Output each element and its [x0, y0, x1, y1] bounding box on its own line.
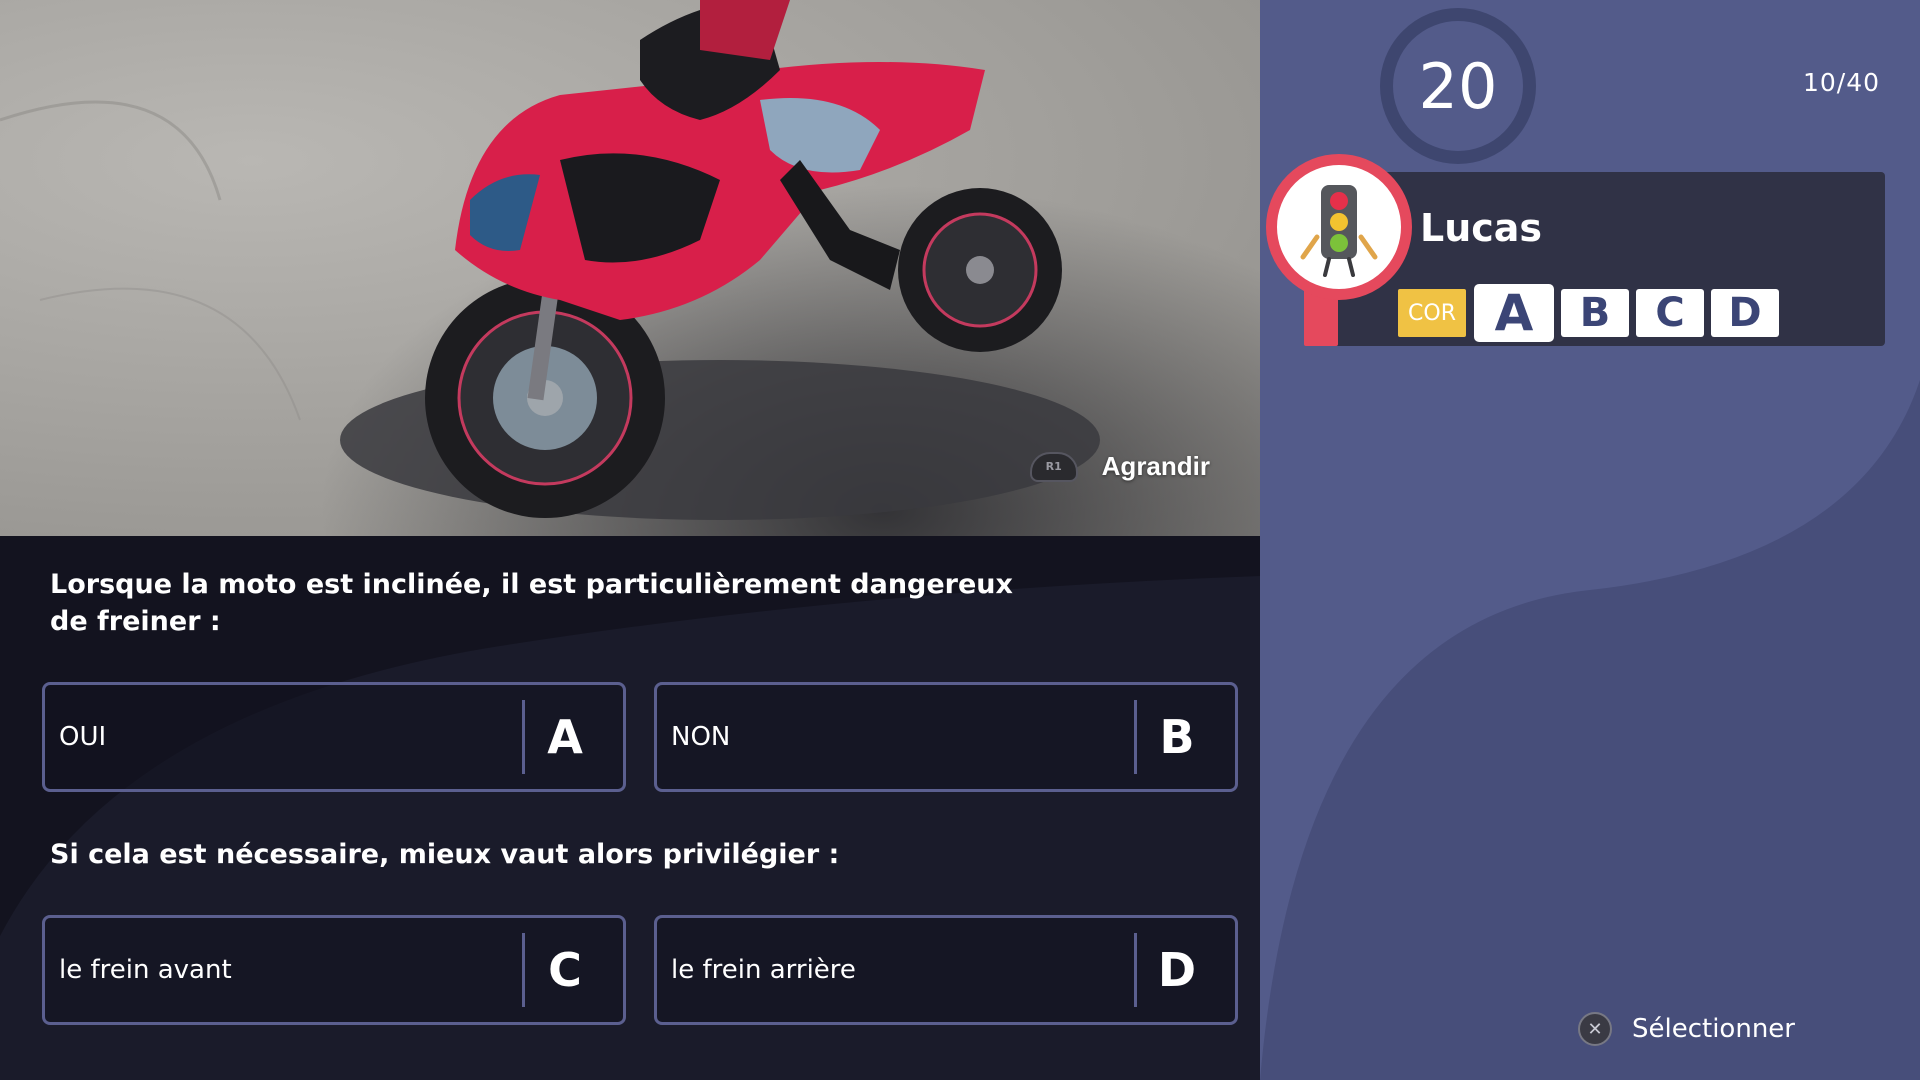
answer-d-letter: D — [1157, 943, 1197, 997]
answer-divider — [1134, 933, 1137, 1007]
answer-a-label: OUI — [59, 722, 107, 752]
cross-button-icon: ✕ — [1578, 1012, 1612, 1046]
timer-value: 20 — [1418, 49, 1498, 123]
zoom-hint[interactable]: R1 Agrandir — [1029, 451, 1210, 482]
player-answer-choices: COR A B C D — [1398, 284, 1779, 342]
traffic-light-icon — [1300, 185, 1378, 277]
choice-b-button[interactable]: B — [1561, 289, 1629, 337]
question-panel: Lorsque la moto est inclinée, il est par… — [0, 536, 1260, 1080]
choice-d-button[interactable]: D — [1711, 289, 1779, 337]
sidebar: 20 10/40 Lucas COR A B C D ✕ Sélectionne… — [1260, 0, 1920, 1080]
select-label: Sélectionner — [1632, 1014, 1795, 1044]
select-hint[interactable]: ✕ Sélectionner — [1578, 1012, 1795, 1046]
answer-divider — [522, 933, 525, 1007]
answer-divider — [1134, 700, 1137, 774]
r1-button-icon: R1 — [1029, 451, 1078, 482]
answer-a-button[interactable]: OUI A — [42, 682, 626, 792]
question-text-2: Si cela est nécessaire, mieux vaut alors… — [50, 839, 840, 870]
answer-c-button[interactable]: le frein avant C — [42, 915, 626, 1025]
answer-divider — [522, 700, 525, 774]
player-name: Lucas — [1420, 206, 1543, 250]
countdown-timer: 20 — [1380, 8, 1536, 164]
zoom-label: Agrandir — [1101, 451, 1210, 481]
choice-a-button[interactable]: A — [1474, 284, 1554, 342]
answer-d-label: le frein arrière — [671, 955, 856, 985]
player-tag-badge: COR — [1398, 289, 1466, 337]
answer-c-letter: C — [548, 943, 582, 997]
question-text-1: Lorsque la moto est inclinée, il est par… — [50, 569, 1013, 637]
answer-a-letter: A — [547, 710, 583, 764]
question-progress: 10/40 — [1802, 68, 1880, 97]
question-photo: R1 Agrandir — [0, 0, 1260, 536]
choice-c-button[interactable]: C — [1636, 289, 1704, 337]
answer-b-button[interactable]: NON B — [654, 682, 1238, 792]
answer-c-label: le frein avant — [59, 955, 232, 985]
player-avatar — [1266, 154, 1412, 300]
answer-b-label: NON — [671, 722, 731, 752]
answer-d-button[interactable]: le frein arrière D — [654, 915, 1238, 1025]
answer-b-letter: B — [1159, 710, 1195, 764]
